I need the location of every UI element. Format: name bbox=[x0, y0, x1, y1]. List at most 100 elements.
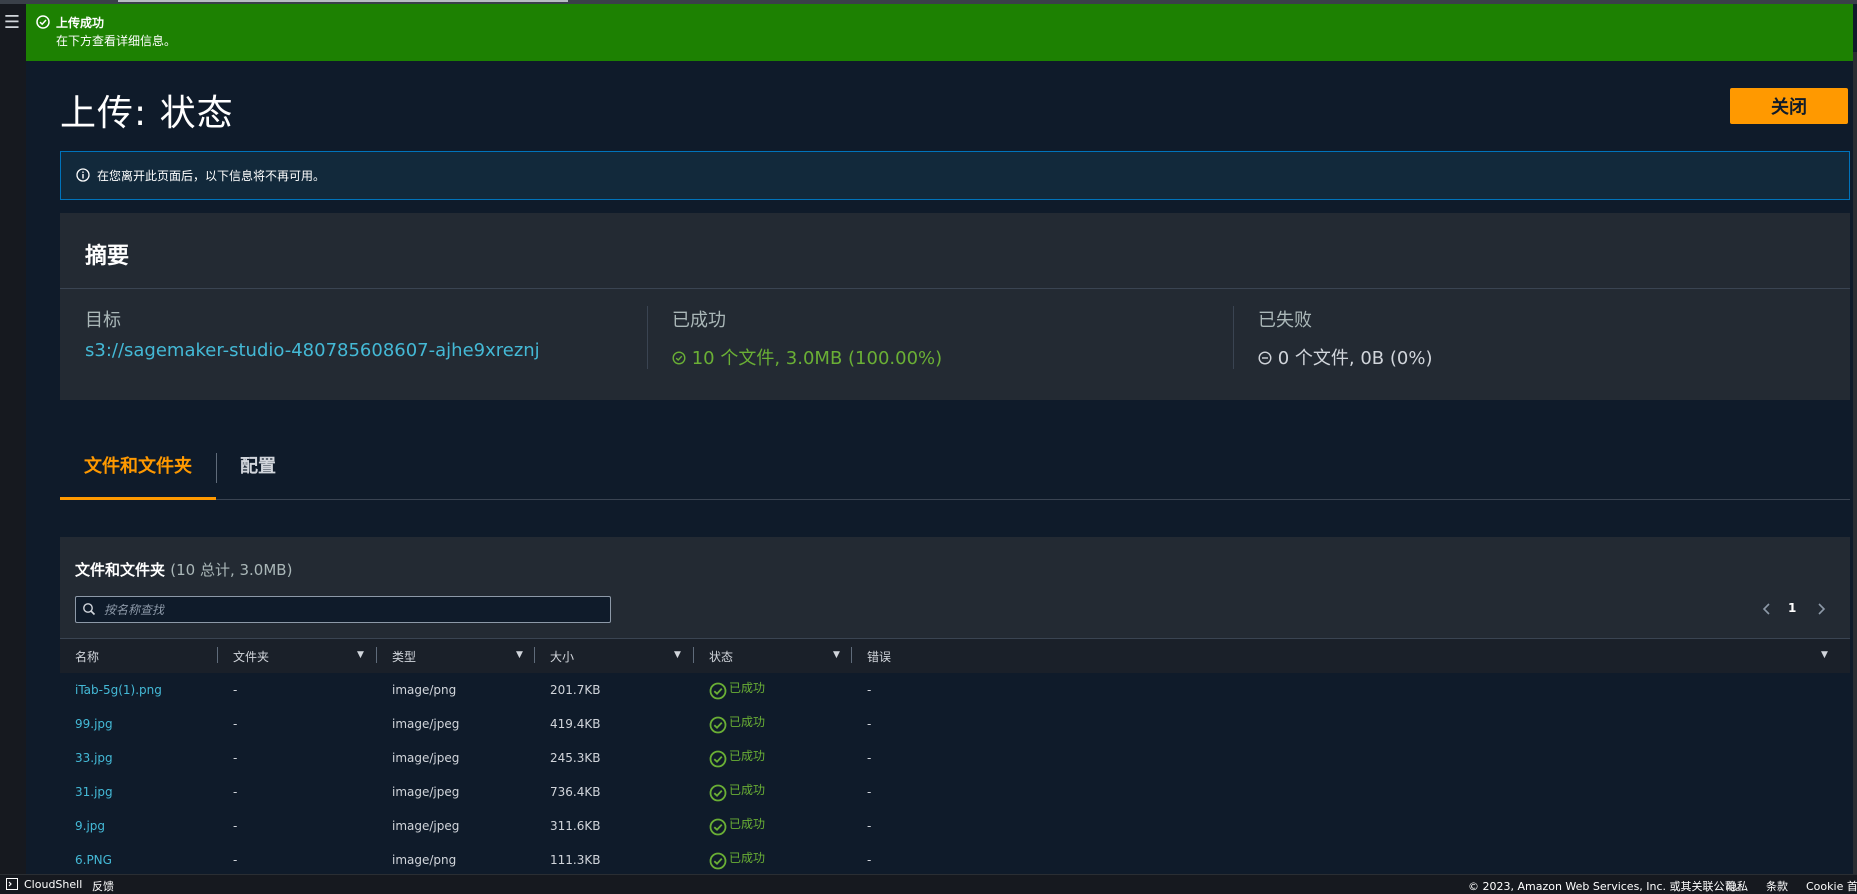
file-type: image/jpeg bbox=[392, 717, 460, 731]
tabs: 文件和文件夹 配置 bbox=[60, 439, 1850, 500]
file-name-link[interactable]: 31.jpg bbox=[75, 785, 113, 799]
file-size: 201.7KB bbox=[550, 683, 601, 697]
feedback-link[interactable]: 反馈 bbox=[92, 878, 114, 894]
file-status: 已成功 bbox=[709, 747, 766, 767]
file-status-text: 已成功 bbox=[729, 681, 766, 695]
cloudshell-icon[interactable] bbox=[6, 878, 18, 890]
page-title: 上传: 状态 bbox=[60, 93, 234, 134]
files-panel-count: (10 总计, 3.0MB) bbox=[170, 561, 293, 579]
succeeded-label: 已成功 bbox=[672, 310, 726, 331]
column-header-type-label: 类型 bbox=[392, 650, 417, 664]
chevron-right-icon[interactable] bbox=[1814, 599, 1828, 619]
caret-down-icon: ▼ bbox=[516, 650, 523, 660]
page-number[interactable]: 1 bbox=[1788, 601, 1796, 615]
file-name-link[interactable]: 6.PNG bbox=[75, 853, 112, 867]
search-box bbox=[75, 596, 611, 623]
files-panel-title: 文件和文件夹 (10 总计, 3.0MB) bbox=[75, 559, 292, 580]
file-status-text: 已成功 bbox=[729, 783, 766, 797]
file-status: 已成功 bbox=[709, 781, 766, 801]
menu-icon[interactable]: ☰ bbox=[3, 14, 21, 32]
column-header-folder-label: 文件夹 bbox=[233, 650, 270, 664]
file-status-text: 已成功 bbox=[729, 749, 766, 763]
file-status: 已成功 bbox=[709, 679, 766, 699]
caret-down-icon: ▼ bbox=[833, 650, 840, 660]
file-type: image/jpeg bbox=[392, 785, 460, 799]
column-header-name[interactable]: 名称 bbox=[75, 648, 99, 665]
privacy-link[interactable]: 隐私 bbox=[1726, 878, 1748, 894]
file-error: - bbox=[867, 819, 872, 833]
column-header-size[interactable]: 大小 ▼ bbox=[550, 648, 681, 665]
search-input[interactable] bbox=[102, 599, 606, 621]
right-scrollbar[interactable] bbox=[1853, 52, 1857, 874]
pagination: 1 bbox=[1760, 599, 1850, 619]
file-size: 736.4KB bbox=[550, 785, 601, 799]
summary-succeeded: 已成功 10 个文件, 3.0MB (100.00%) bbox=[672, 306, 942, 370]
check-circle-icon bbox=[709, 750, 727, 767]
file-status: 已成功 bbox=[709, 815, 765, 835]
check-circle-icon bbox=[709, 682, 727, 699]
file-folder: - bbox=[233, 683, 238, 697]
column-header-type[interactable]: 类型 ▼ bbox=[392, 648, 523, 665]
table-header: 名称 文件夹 ▼ 类型 ▼ 大小 ▼ 状态 ▼ 错误 ▼ bbox=[60, 638, 1850, 674]
table-row: 9.jpg - image/jpeg 311.6KB 已成功 - bbox=[60, 809, 1850, 844]
column-separator[interactable] bbox=[376, 647, 377, 663]
table-row: 6.PNG - image/png 111.3KB 已成功 - bbox=[60, 843, 1850, 878]
info-alert: 在您离开此页面后，以下信息将不再可用。 bbox=[60, 151, 1850, 200]
table-row: 99.jpg - image/jpeg 419.4KB 已成功 - bbox=[60, 707, 1850, 742]
close-button[interactable]: 关闭 bbox=[1730, 88, 1848, 124]
top-line-highlight bbox=[118, 0, 568, 2]
left-rail: ☰ bbox=[0, 4, 27, 874]
column-separator[interactable] bbox=[534, 647, 535, 663]
file-type: image/jpeg bbox=[392, 819, 460, 833]
column-separator[interactable] bbox=[693, 647, 694, 663]
tab-configuration[interactable]: 配置 bbox=[240, 439, 320, 499]
footer: CloudShell 反馈 © 2023, Amazon Web Service… bbox=[0, 874, 1857, 894]
column-header-error[interactable]: 错误 ▼ bbox=[867, 648, 1828, 665]
summary-heading: 摘要 bbox=[85, 244, 130, 269]
caret-down-icon: ▼ bbox=[674, 650, 681, 660]
table-row: 31.jpg - image/jpeg 736.4KB 已成功 - bbox=[60, 775, 1850, 810]
table-row: iTab-5g(1).png - image/png 201.7KB 已成功 - bbox=[60, 673, 1850, 708]
file-error: - bbox=[867, 751, 872, 765]
file-type: image/png bbox=[392, 683, 457, 697]
cookie-preferences-link[interactable]: Cookie 首选项 bbox=[1806, 878, 1857, 894]
check-circle-icon bbox=[709, 784, 727, 801]
file-name-link[interactable]: iTab-5g(1).png bbox=[75, 683, 162, 697]
file-error: - bbox=[867, 785, 872, 799]
failed-text: 0 个文件, 0B (0%) bbox=[1277, 348, 1433, 369]
column-separator[interactable] bbox=[851, 647, 852, 663]
file-name-link[interactable]: 33.jpg bbox=[75, 751, 113, 765]
check-circle-icon bbox=[709, 818, 727, 835]
file-folder: - bbox=[233, 751, 238, 765]
chevron-left-icon[interactable] bbox=[1760, 599, 1774, 619]
destination-link[interactable]: s3://sagemaker-studio-480785608607-ajhe9… bbox=[85, 340, 540, 361]
caret-down-icon: ▼ bbox=[357, 650, 364, 660]
info-icon bbox=[76, 168, 90, 182]
succeeded-text: 10 个文件, 3.0MB (100.00%) bbox=[691, 348, 943, 369]
file-error: - bbox=[867, 853, 872, 867]
summary-destination: 目标 s3://sagemaker-studio-480785608607-aj… bbox=[85, 306, 540, 361]
tab-files-and-folders[interactable]: 文件和文件夹 bbox=[60, 439, 216, 500]
file-type: image/png bbox=[392, 853, 457, 867]
file-name-link[interactable]: 99.jpg bbox=[75, 717, 113, 731]
file-name-link[interactable]: 9.jpg bbox=[75, 819, 105, 833]
file-type: image/jpeg bbox=[392, 751, 460, 765]
file-size: 311.6KB bbox=[550, 819, 601, 833]
terms-link[interactable]: 条款 bbox=[1766, 878, 1788, 894]
check-circle-icon bbox=[709, 716, 727, 733]
column-header-folder[interactable]: 文件夹 ▼ bbox=[233, 648, 364, 665]
main-content: 上传: 状态 关闭 在您离开此页面后，以下信息将不再可用。 摘要 目标 s3:/… bbox=[26, 61, 1853, 878]
flash-title: 上传成功 bbox=[56, 16, 105, 30]
file-size: 419.4KB bbox=[550, 717, 601, 731]
succeeded-value: 10 个文件, 3.0MB (100.00%) bbox=[672, 344, 942, 370]
column-separator[interactable] bbox=[217, 647, 218, 663]
file-status: 已成功 bbox=[709, 713, 765, 733]
caret-down-icon: ▼ bbox=[1821, 650, 1828, 660]
copyright: © 2023, Amazon Web Services, Inc. 或其关联公司… bbox=[1468, 880, 1747, 893]
cloudshell-link[interactable]: CloudShell bbox=[24, 878, 82, 891]
column-header-size-label: 大小 bbox=[550, 650, 575, 664]
flash-subtitle: 在下方查看详细信息。 bbox=[56, 34, 177, 48]
check-circle-icon bbox=[672, 351, 686, 365]
column-header-status[interactable]: 状态 ▼ bbox=[709, 648, 840, 665]
file-status: 已成功 bbox=[709, 849, 765, 869]
